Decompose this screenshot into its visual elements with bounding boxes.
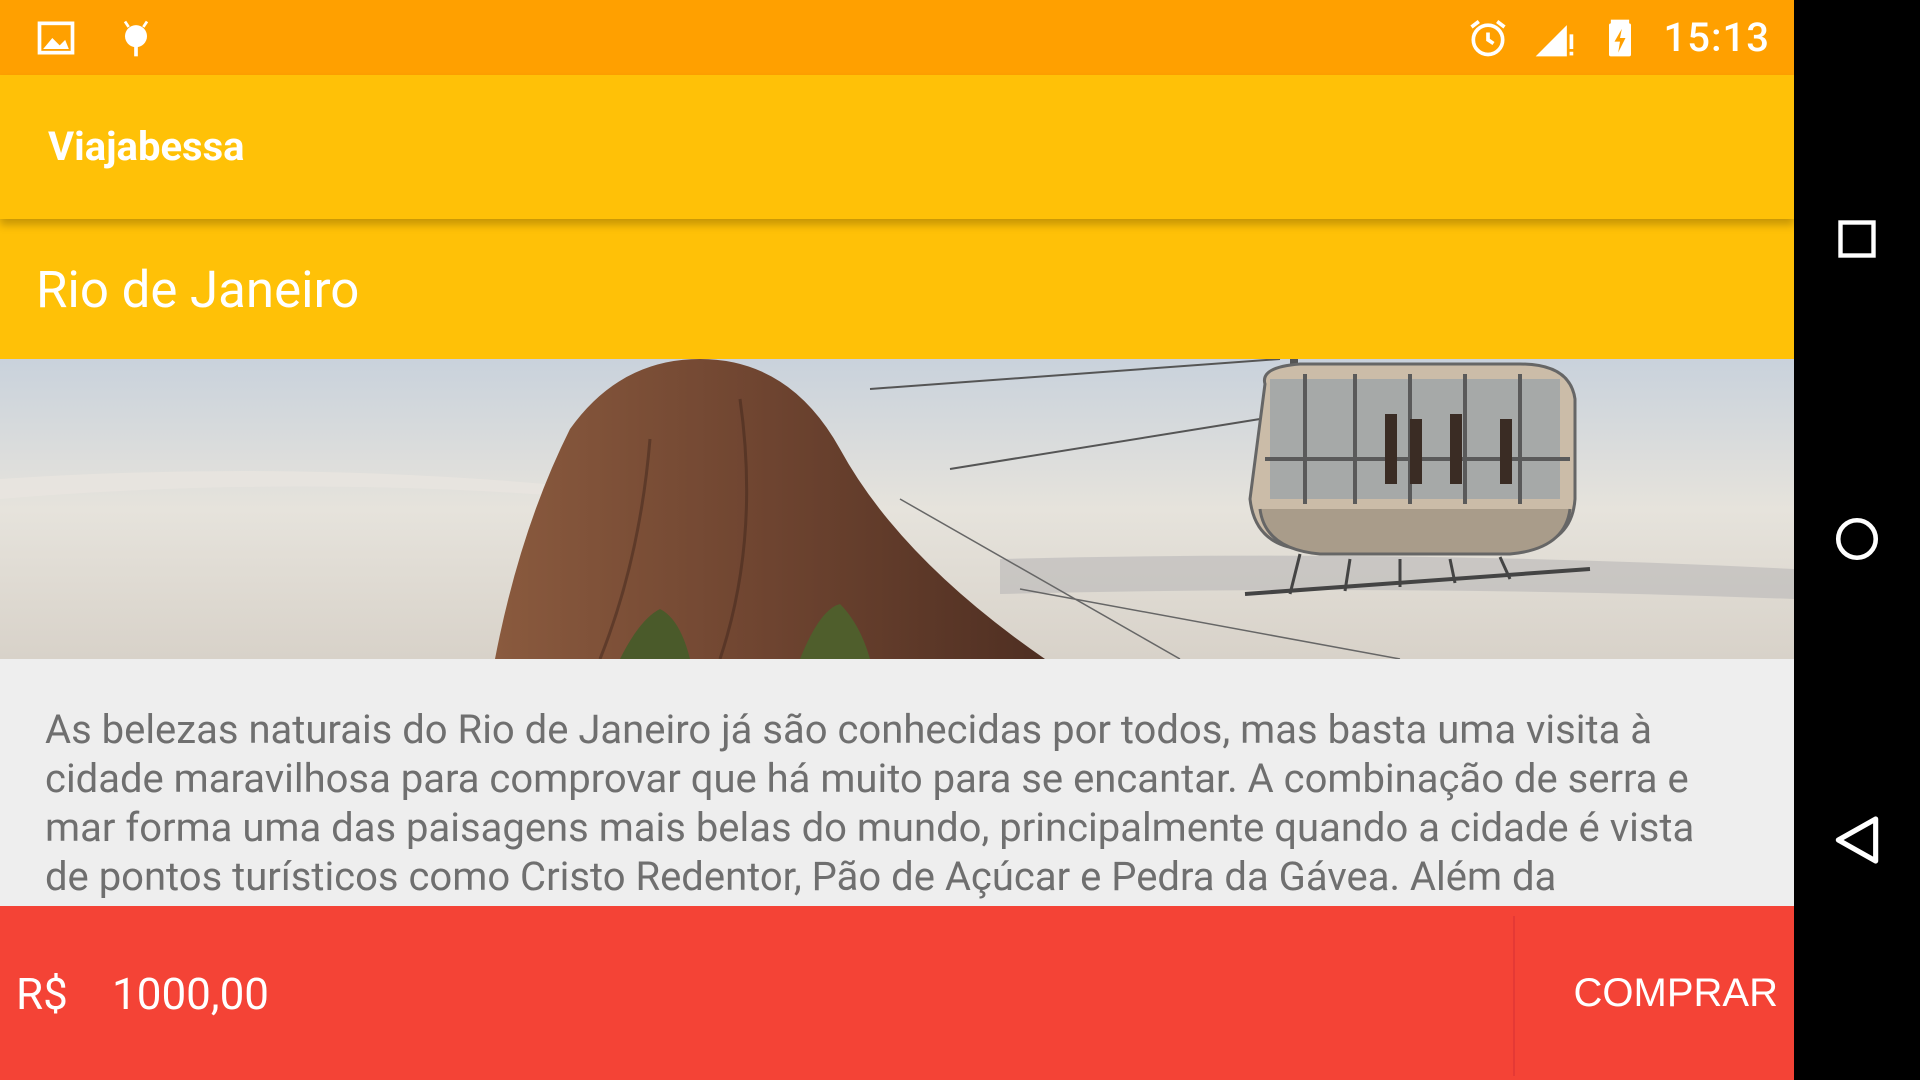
purchase-bar: R$ 1000,00 COMPRAR [0, 906, 1794, 1080]
navigation-bar [1794, 0, 1920, 1080]
destination-description: As belezas naturais do Rio de Janeiro já… [45, 706, 1695, 900]
destination-header: Rio de Janeiro [0, 219, 1794, 359]
price-value: 1000,00 [112, 968, 270, 1020]
status-right: 15:13 [1466, 14, 1770, 61]
status-time: 15:13 [1663, 14, 1770, 61]
buy-button[interactable]: COMPRAR [1515, 906, 1794, 1080]
app-bar: Viajabessa [0, 75, 1794, 219]
battery-charging-icon [1608, 19, 1631, 56]
recents-icon [1838, 220, 1876, 258]
alarm-icon [1469, 19, 1506, 56]
image-notification-icon [37, 21, 75, 55]
status-left [34, 16, 158, 60]
home-button[interactable] [1827, 509, 1887, 569]
sugarloaf-cable-car-illustration [0, 359, 1794, 659]
price-currency: R$ [16, 968, 68, 1020]
android-notification-icon [123, 20, 149, 57]
signal-icon [1535, 24, 1573, 56]
app-title: Viajabessa [48, 123, 245, 170]
destination-title: Rio de Janeiro [36, 261, 360, 320]
back-icon [1835, 816, 1879, 864]
app-screen: 15:13 Viajabessa Rio de Janeiro As belez… [0, 0, 1794, 1080]
recents-button[interactable] [1827, 209, 1887, 269]
status-bar: 15:13 [0, 0, 1794, 75]
back-button[interactable] [1827, 810, 1887, 870]
destination-image [0, 359, 1794, 659]
home-icon [1835, 517, 1879, 561]
